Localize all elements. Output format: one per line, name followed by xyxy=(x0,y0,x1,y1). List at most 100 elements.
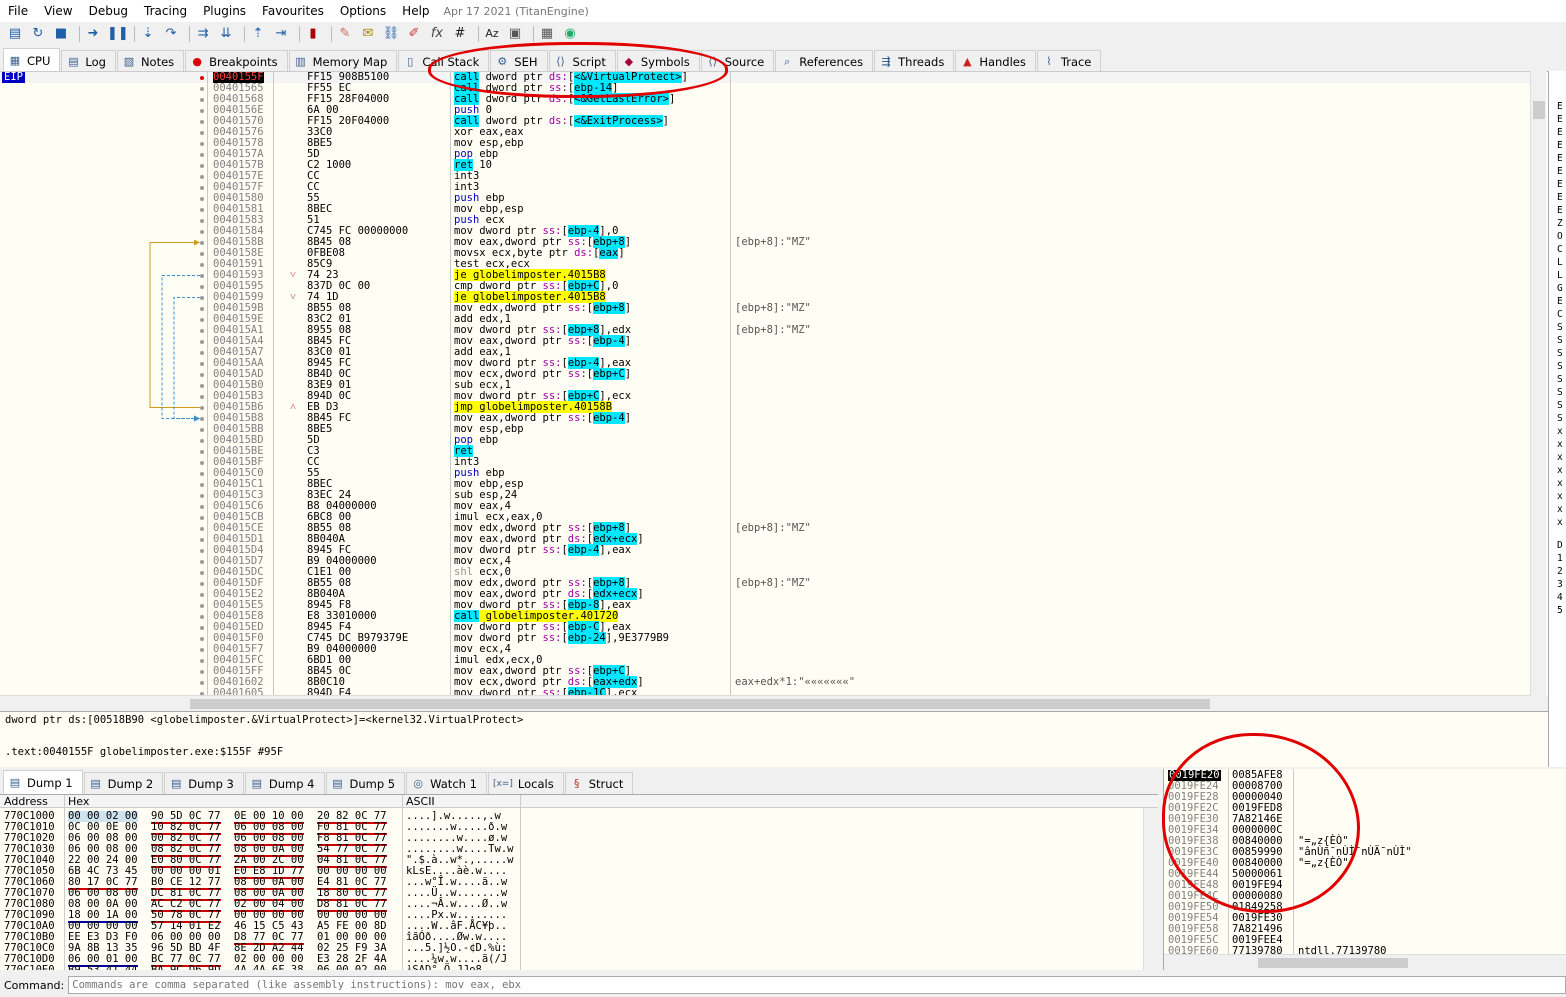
stack-row[interactable]: 0019FE28 00000040 xyxy=(1164,792,1564,803)
breakpoint-dot-icon[interactable] xyxy=(200,582,204,586)
open-icon[interactable]: ▤ xyxy=(6,25,24,43)
tab-dump-5[interactable]: ▤ Dump 5 xyxy=(325,772,406,794)
breakpoint-dot-icon[interactable] xyxy=(200,450,204,454)
hash-icon[interactable]: # xyxy=(451,25,469,43)
breakpoint-dot-icon[interactable] xyxy=(200,626,204,630)
dump-row[interactable]: 770C10E0 B9 53 41 44 BA 9C D6 9D 4A 4A 6F 3… xyxy=(0,965,1140,971)
command-input[interactable] xyxy=(68,976,1566,994)
trace-over-icon[interactable]: ⇊ xyxy=(217,25,235,43)
menu-view[interactable]: View xyxy=(36,0,80,22)
breakpoint-dot-icon[interactable] xyxy=(200,637,204,641)
disassembly-view[interactable]: 0040155F FF15 908B5100 call dword ptr ds:[… xyxy=(0,71,1548,696)
breakpoint-dot-icon[interactable] xyxy=(200,87,204,91)
step-over-icon[interactable]: ↷ xyxy=(162,25,180,43)
breakpoint-dot-icon[interactable] xyxy=(200,340,204,344)
breakpoint-dot-icon[interactable] xyxy=(200,549,204,553)
breakpoint-dot-icon[interactable] xyxy=(200,175,204,179)
scroll-thumb[interactable] xyxy=(1533,101,1545,119)
breakpoint-dot-icon[interactable] xyxy=(200,560,204,564)
stack-row[interactable]: 0019FE50 01849258 xyxy=(1164,902,1564,913)
breakpoint-dot-icon[interactable] xyxy=(200,219,204,223)
breakpoint-dot-icon[interactable] xyxy=(200,516,204,520)
menu-help[interactable]: Help xyxy=(394,0,437,22)
breakpoint-dot-icon[interactable] xyxy=(200,197,204,201)
stop-icon[interactable]: ■ xyxy=(52,25,70,43)
breakpoint-dot-icon[interactable] xyxy=(200,98,204,102)
breakpoint-dot-icon[interactable] xyxy=(200,252,204,256)
stack-row[interactable]: 0019FE54 0019FE30 xyxy=(1164,913,1564,924)
scroll-thumb[interactable] xyxy=(190,699,1210,709)
breakpoint-dot-icon[interactable] xyxy=(200,351,204,355)
step-into-icon[interactable]: ⇣ xyxy=(139,25,157,43)
functions-icon[interactable]: fx xyxy=(428,25,446,43)
tab-struct[interactable]: § Struct xyxy=(564,772,634,794)
tab-references[interactable]: ⌕ References xyxy=(775,50,874,72)
breakpoint-dot-icon[interactable] xyxy=(200,681,204,685)
breakpoint-dot-icon[interactable] xyxy=(200,329,204,333)
run-to-user-code-icon[interactable]: ⇥ xyxy=(272,25,290,43)
breakpoint-dot-icon[interactable] xyxy=(200,164,204,168)
breakpoint-dot-icon[interactable] xyxy=(200,538,204,542)
stack-row[interactable]: 0019FE30 7A82146E xyxy=(1164,814,1564,825)
stack-row[interactable]: 0019FE44 50000061 xyxy=(1164,869,1564,880)
breakpoint-dot-icon[interactable] xyxy=(200,571,204,575)
breakpoint-dot-icon[interactable] xyxy=(200,186,204,190)
pause-icon[interactable]: ❚❚ xyxy=(107,25,129,43)
tab-dump-4[interactable]: ▤ Dump 4 xyxy=(244,772,325,794)
dump-vscroll[interactable] xyxy=(1143,808,1159,970)
tab-script[interactable]: ⟨⟩ Script xyxy=(548,50,616,72)
tab-symbols[interactable]: ◆ Symbols xyxy=(616,50,700,72)
tab-dump-3[interactable]: ▤ Dump 3 xyxy=(164,772,244,794)
trace-into-icon[interactable]: ⇉ xyxy=(194,25,212,43)
breakpoint-dot-icon[interactable] xyxy=(200,483,204,487)
tab-breakpoints[interactable]: ● Breakpoints xyxy=(185,50,288,72)
breakpoint-dot-icon[interactable] xyxy=(200,142,204,146)
preferences-icon[interactable]: ▣ xyxy=(506,25,524,43)
breakpoint-dot-icon[interactable] xyxy=(200,307,204,311)
font-icon[interactable]: Aᴢ xyxy=(483,25,501,43)
breakpoint-dot-icon[interactable] xyxy=(200,241,204,245)
hex-dump-view[interactable]: Address Hex ASCII 770C1000 00 00 02 00 90 … xyxy=(0,794,1158,970)
stack-row[interactable]: 0019FE4C 00000080 xyxy=(1164,891,1564,902)
breakpoint-dot-icon[interactable] xyxy=(200,263,204,267)
menu-options[interactable]: Options xyxy=(332,0,394,22)
calculator-icon[interactable]: ▦ xyxy=(538,25,556,43)
stack-row[interactable]: 0019FE58 7A821496 xyxy=(1164,924,1564,935)
scylla-icon[interactable]: ▮ xyxy=(304,25,322,43)
breakpoint-dot-icon[interactable] xyxy=(200,461,204,465)
tab-dump-2[interactable]: ▤ Dump 2 xyxy=(83,772,164,794)
stack-row[interactable]: 0019FE24 00008700 xyxy=(1164,781,1564,792)
breakpoint-dot-icon[interactable] xyxy=(200,208,204,212)
disasm-hscroll[interactable] xyxy=(0,695,1530,711)
breakpoint-dot-icon[interactable] xyxy=(200,472,204,476)
tab-dump-1[interactable]: ▤ Dump 1 xyxy=(3,770,83,794)
breakpoint-dot-icon[interactable] xyxy=(200,604,204,608)
menu-debug[interactable]: Debug xyxy=(81,0,136,22)
labels-icon[interactable]: ⛓ xyxy=(382,25,400,43)
breakpoint-dot-icon[interactable] xyxy=(200,362,204,366)
tab-log[interactable]: ▤ Log xyxy=(61,50,116,72)
stack-hscroll[interactable] xyxy=(1164,954,1566,970)
tab-memory-map[interactable]: ▥ Memory Map xyxy=(288,50,398,72)
tab-cpu[interactable]: ▦ CPU xyxy=(3,48,61,72)
breakpoint-dot-icon[interactable] xyxy=(200,153,204,157)
scroll-thumb[interactable] xyxy=(1258,958,1408,968)
stack-row[interactable]: 0019FE20 0085AFE8 xyxy=(1164,770,1564,781)
breakpoint-dot-icon[interactable] xyxy=(200,494,204,498)
comments-icon[interactable]: ✉ xyxy=(359,25,377,43)
breakpoint-dot-icon[interactable] xyxy=(200,384,204,388)
stack-row[interactable]: 0019FE48 0019FE94 xyxy=(1164,880,1564,891)
bookmarks-icon[interactable]: ✐ xyxy=(405,25,423,43)
breakpoint-dot-icon[interactable] xyxy=(200,593,204,597)
breakpoint-dot-icon[interactable] xyxy=(200,417,204,421)
breakpoint-dot-icon[interactable] xyxy=(200,285,204,289)
breakpoint-dot-icon[interactable] xyxy=(200,670,204,674)
breakpoint-dot-icon[interactable] xyxy=(200,505,204,509)
breakpoint-dot-icon[interactable] xyxy=(200,659,204,663)
tab-call-stack[interactable]: ▯ Call Stack xyxy=(398,50,490,72)
tab-notes[interactable]: ▧ Notes xyxy=(116,50,185,72)
breakpoint-dot-icon[interactable] xyxy=(200,76,204,80)
breakpoint-dot-icon[interactable] xyxy=(200,296,204,300)
execute-till-return-icon[interactable]: ⇡ xyxy=(249,25,267,43)
tab-watch-1[interactable]: ◎ Watch 1 xyxy=(406,772,487,794)
